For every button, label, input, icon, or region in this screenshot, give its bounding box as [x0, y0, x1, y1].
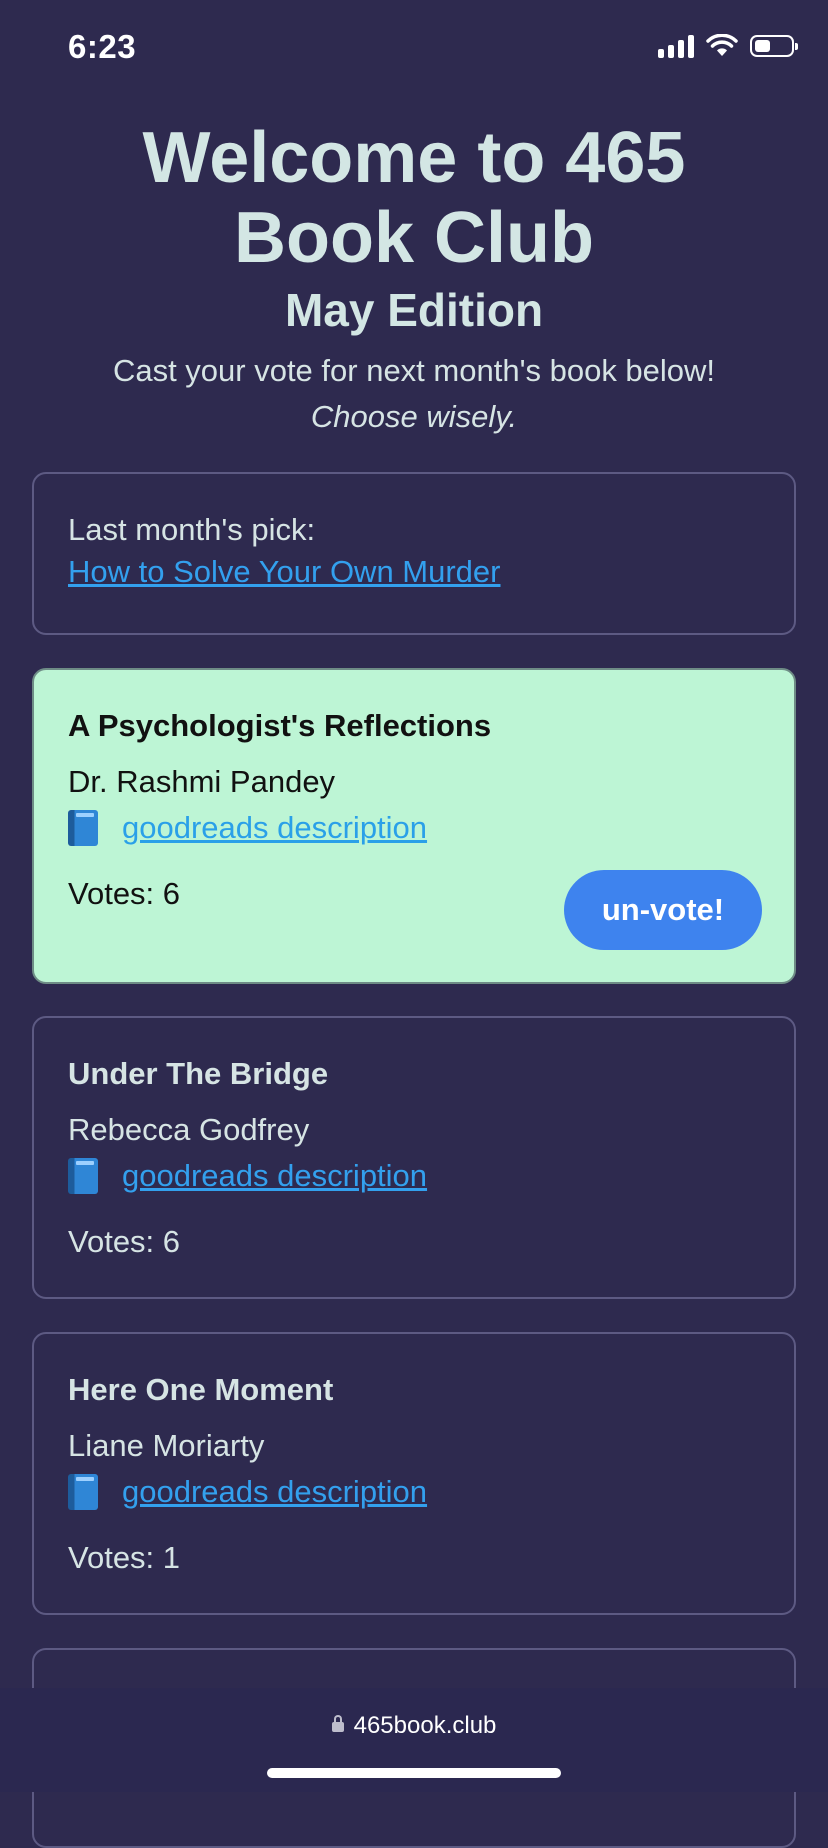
- book-card: A Psychologist's Reflections Dr. Rashmi …: [32, 668, 796, 984]
- book-author: Rebecca Godfrey: [68, 1112, 310, 1147]
- status-bar: 6:23: [0, 0, 828, 100]
- goodreads-link[interactable]: goodreads description: [68, 1474, 427, 1510]
- page-subtitle: May Edition: [284, 284, 544, 336]
- tagline-text: Cast your vote for next month's book bel…: [112, 353, 716, 388]
- goodreads-link-label: goodreads description: [122, 810, 428, 845]
- tagline-emphasis: Choose wisely.: [310, 399, 518, 434]
- last-month-card: Last month's pick: How to Solve Your Own…: [32, 472, 796, 635]
- book-author: Dr. Rashmi Pandey: [68, 764, 336, 799]
- header: Welcome to 465 Book Club May Edition Cas…: [0, 118, 828, 440]
- unvote-button[interactable]: un-vote!: [564, 870, 762, 950]
- page-title: Welcome to 465 Book Club: [142, 118, 686, 278]
- url-text: 465book.club: [353, 1712, 497, 1739]
- browser-address-bar[interactable]: 465book.club: [0, 1688, 828, 1792]
- status-icons: [658, 34, 798, 58]
- home-indicator[interactable]: [267, 1768, 561, 1778]
- wifi-icon: [706, 34, 738, 56]
- goodreads-link[interactable]: goodreads description: [68, 1158, 427, 1194]
- goodreads-link-label: goodreads description: [122, 1158, 428, 1193]
- book-icon: [68, 1474, 98, 1510]
- vote-count: Votes: 1: [68, 1540, 181, 1575]
- book-card[interactable]: Under The Bridge Rebecca Godfrey goodrea…: [32, 1016, 796, 1299]
- goodreads-link-label: goodreads description: [122, 1474, 428, 1509]
- last-month-label: Last month's pick:: [68, 512, 316, 547]
- battery-icon: [750, 35, 798, 57]
- goodreads-link[interactable]: goodreads description: [68, 810, 427, 846]
- lock-icon: [331, 1715, 344, 1732]
- tagline: Cast your vote for next month's book bel…: [0, 348, 828, 440]
- status-time: 6:23: [68, 28, 137, 65]
- book-title: Under The Bridge: [68, 1056, 329, 1091]
- book-icon: [68, 1158, 98, 1194]
- book-author: Liane Moriarty: [68, 1428, 265, 1463]
- vote-count: Votes: 6: [68, 876, 181, 911]
- book-title: A Psychologist's Reflections: [68, 708, 492, 743]
- url-display[interactable]: 465book.club: [0, 1712, 828, 1740]
- signal-icon: [658, 34, 694, 58]
- vote-count: Votes: 6: [68, 1224, 181, 1259]
- last-month-link[interactable]: How to Solve Your Own Murder: [68, 554, 501, 590]
- book-icon: [68, 810, 98, 846]
- book-card[interactable]: Here One Moment Liane Moriarty goodreads…: [32, 1332, 796, 1615]
- book-title: Here One Moment: [68, 1372, 334, 1407]
